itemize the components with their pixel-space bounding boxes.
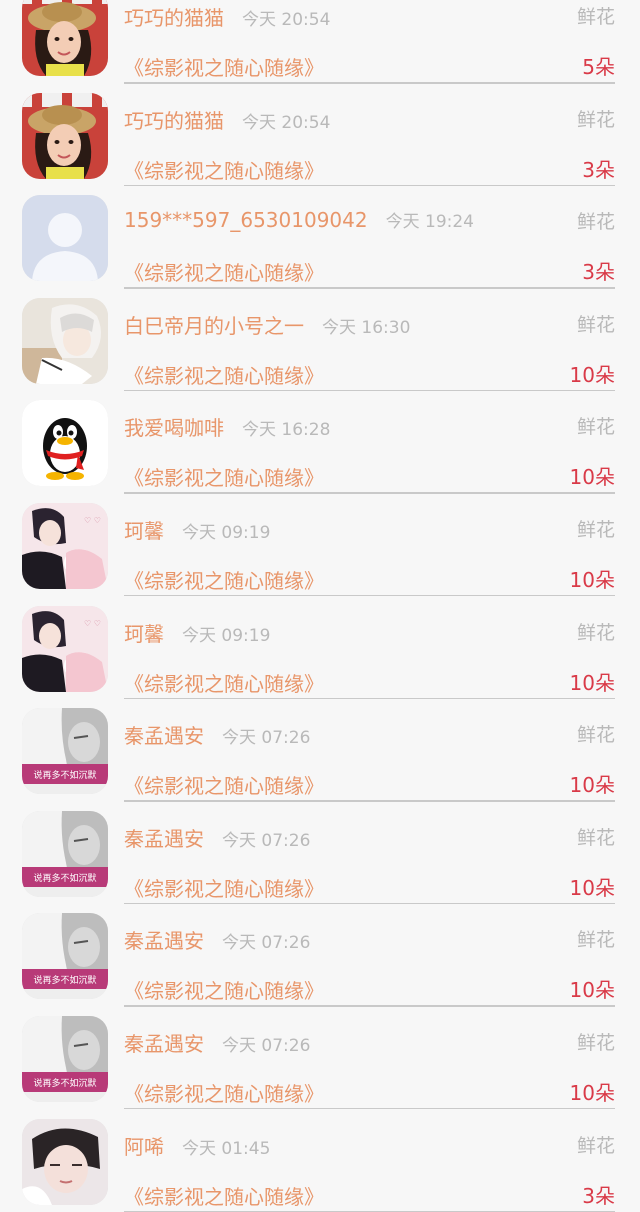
gift-type: 鲜花 <box>576 416 615 439</box>
gift-time: 今天 01:45 <box>182 1138 271 1159</box>
list-item[interactable]: 阿唏 今天 01:45 鲜花 《综影视之随心随缘》 3朵 <box>0 1099 640 1212</box>
avatar-banner-text: 说再多不如沉默 <box>33 872 96 884</box>
gift-time: 今天 19:24 <box>385 212 474 233</box>
photo-text-banner-avatar[interactable]: 说再多不如沉默 <box>22 1015 108 1102</box>
girl-hat-avatar[interactable] <box>22 92 108 179</box>
gift-type: 鲜花 <box>576 6 615 28</box>
sender-name: 秦孟遇安 今天 07:26 <box>124 823 310 852</box>
gift-type: 鲜花 <box>576 313 615 336</box>
sender-name: 巧巧的猫猫 今天 20:54 <box>124 105 330 134</box>
gift-time: 今天 20:54 <box>242 112 331 133</box>
avatar-banner-text: 说再多不如沉默 <box>33 1077 96 1089</box>
qq-penguin-avatar[interactable] <box>22 400 108 487</box>
gift-type: 鲜花 <box>576 621 615 644</box>
list-item[interactable]: 说再多不如沉默 秦孟遇安 今天 07:26 鲜花 《综影视之随心随缘》 10朵 <box>0 688 640 802</box>
svg-text:♡ ♡: ♡ ♡ <box>84 619 101 628</box>
sender-name: 秦孟遇安 今天 07:26 <box>124 925 310 954</box>
sender-name-text: 秦孟遇安 <box>124 1031 204 1056</box>
gift-time: 今天 09:19 <box>182 625 271 646</box>
sender-name: 秦孟遇安 今天 07:26 <box>124 1028 310 1057</box>
photo-text-banner-avatar[interactable]: 说再多不如沉默 <box>22 913 108 1000</box>
gift-type: 鲜花 <box>576 1134 615 1157</box>
gift-type: 鲜花 <box>576 518 615 541</box>
sender-name: 珂馨 今天 09:19 <box>124 618 270 647</box>
list-item[interactable]: 巧巧的猫猫 今天 20:54 鲜花 《综影视之随心随缘》 5朵 <box>0 0 640 84</box>
list-item[interactable]: 白巳帝月的小号之一 今天 16:30 鲜花 《综影视之随心随缘》 10朵 <box>0 278 640 392</box>
list-item[interactable]: 巧巧的猫猫 今天 20:54 鲜花 《综影视之随心随缘》 3朵 <box>0 73 640 187</box>
list-item[interactable]: 说再多不如沉默 秦孟遇安 今天 07:26 鲜花 《综影视之随心随缘》 10朵 <box>0 893 640 1007</box>
sender-name-text: 秦孟遇安 <box>124 826 204 851</box>
gift-time: 今天 07:26 <box>222 728 311 749</box>
gift-type: 鲜花 <box>576 724 615 747</box>
sender-name-text: 秦孟遇安 <box>124 724 204 749</box>
gift-type: 鲜花 <box>576 826 615 849</box>
gift-time: 今天 16:28 <box>242 420 331 441</box>
gift-time: 今天 16:30 <box>322 317 411 338</box>
sender-name-text: 白巳帝月的小号之一 <box>124 313 304 338</box>
avatar-banner-text: 说再多不如沉默 <box>33 974 96 986</box>
svg-text:♡ ♡: ♡ ♡ <box>84 516 101 525</box>
photo-text-banner-avatar[interactable]: 说再多不如沉默 <box>22 708 108 795</box>
sender-name: 阿唏 今天 01:45 <box>124 1131 270 1160</box>
sender-name: 巧巧的猫猫 今天 20:54 <box>124 2 330 31</box>
sender-name-text: 珂馨 <box>124 621 164 646</box>
default-avatar[interactable] <box>22 195 108 282</box>
sender-name: 秦孟遇安 今天 07:26 <box>124 720 310 749</box>
sender-name-text: 159***597_6530109042 <box>124 208 368 233</box>
sender-name-text: 秦孟遇安 <box>124 929 204 954</box>
list-item[interactable]: 我爱喝咖啡 今天 16:28 鲜花 《综影视之随心随缘》 10朵 <box>0 380 640 494</box>
list-item[interactable]: 说再多不如沉默 秦孟遇安 今天 07:26 鲜花 《综影视之随心随缘》 10朵 <box>0 996 640 1110</box>
photo-text-banner-avatar[interactable]: 说再多不如沉默 <box>22 810 108 897</box>
sender-name: 白巳帝月的小号之一 今天 16:30 <box>124 310 410 339</box>
list-item[interactable]: ♡ ♡ 珂馨 今天 09:19 鲜花 《综影视之随心随缘》 10朵 <box>0 586 640 700</box>
sender-name-text: 阿唏 <box>124 1134 164 1159</box>
flower-gift-list: 巧巧的猫猫 今天 20:54 鲜花 《综影视之随心随缘》 5朵 巧巧的猫猫 今天 2… <box>0 0 640 1212</box>
list-item[interactable]: ♡ ♡ 珂馨 今天 09:19 鲜花 《综影视之随心随缘》 10朵 <box>0 483 640 597</box>
sender-name-text: 巧巧的猫猫 <box>124 6 224 30</box>
book-title[interactable]: 《综影视之随心随缘》 <box>124 1181 324 1210</box>
gift-time: 今天 07:26 <box>222 933 311 954</box>
sender-name: 珂馨 今天 09:19 <box>124 515 270 544</box>
gift-type: 鲜花 <box>576 108 615 131</box>
gift-type: 鲜花 <box>576 929 615 952</box>
gift-time: 今天 07:26 <box>222 830 311 851</box>
anime-white-hair-avatar[interactable] <box>22 297 108 384</box>
sender-name-text: 珂馨 <box>124 518 164 543</box>
anime-couple-avatar[interactable]: ♡ ♡ <box>22 605 108 692</box>
gift-time: 今天 09:19 <box>182 522 271 543</box>
list-item[interactable]: 说再多不如沉默 秦孟遇安 今天 07:26 鲜花 《综影视之随心随缘》 10朵 <box>0 791 640 905</box>
boy-portrait-avatar[interactable] <box>22 1118 108 1205</box>
sender-name: 159***597_6530109042 今天 19:24 <box>124 207 474 232</box>
flower-count: 3朵 <box>582 1183 615 1208</box>
gift-time: 今天 07:26 <box>222 1035 311 1056</box>
gift-type: 鲜花 <box>576 1031 615 1054</box>
gift-time: 今天 20:54 <box>242 10 331 30</box>
anime-couple-avatar[interactable]: ♡ ♡ <box>22 502 108 589</box>
sender-name: 我爱喝咖啡 今天 16:28 <box>124 412 330 441</box>
list-item[interactable]: 159***597_6530109042 今天 19:24 鲜花 《综影视之随心随… <box>0 175 640 289</box>
sender-name-text: 巧巧的猫猫 <box>124 108 224 133</box>
avatar-banner-text: 说再多不如沉默 <box>33 769 96 781</box>
gift-type: 鲜花 <box>576 211 615 234</box>
girl-hat-avatar[interactable] <box>22 0 108 76</box>
sender-name-text: 我爱喝咖啡 <box>124 416 224 441</box>
